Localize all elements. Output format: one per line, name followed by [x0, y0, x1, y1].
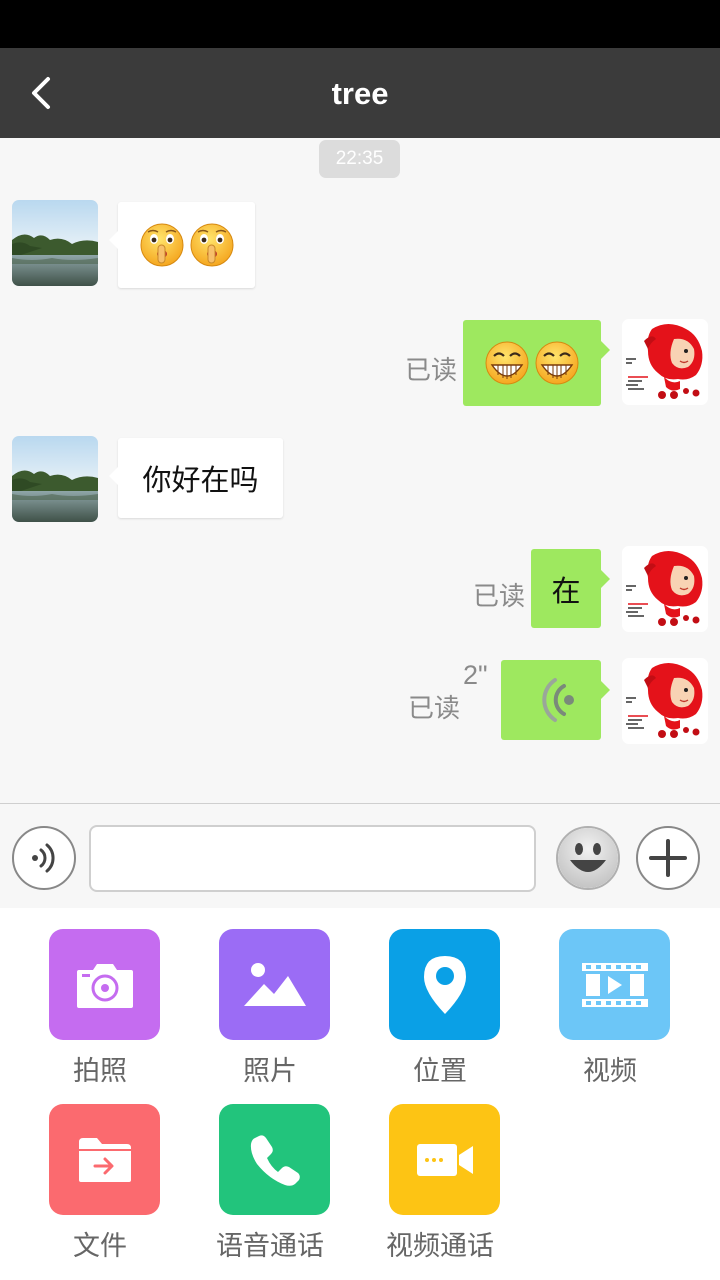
file-tile[interactable]: [49, 1104, 160, 1215]
tool-photo[interactable]: 照片: [200, 929, 340, 1099]
picture-icon: [243, 962, 306, 1006]
landscape-avatar-icon: [12, 436, 98, 522]
camera-tile[interactable]: [49, 929, 160, 1040]
my-avatar[interactable]: [622, 546, 708, 632]
my-avatar[interactable]: [622, 319, 708, 405]
tool-label: 照片: [243, 1056, 297, 1087]
photo-tile[interactable]: [219, 929, 330, 1040]
message-input[interactable]: [89, 825, 536, 892]
tool-location[interactable]: 位置: [370, 929, 510, 1099]
grin-emoji-icon: [483, 339, 531, 387]
tool-label: 拍照: [73, 1056, 127, 1087]
smiley-icon: [558, 828, 618, 888]
voice-wave-icon: [542, 678, 574, 722]
red-hood-avatar-icon: [622, 546, 708, 632]
timestamp-badge: 22:35: [319, 140, 400, 178]
input-bar: [0, 803, 720, 908]
incoming-emoji-bubble[interactable]: [109, 202, 255, 288]
voice-duration: 2": [463, 660, 488, 690]
camera-icon: [76, 963, 133, 1008]
read-status: 已读: [473, 582, 526, 612]
tool-label: 文件: [73, 1231, 127, 1262]
voice-input-button[interactable]: [12, 826, 76, 890]
tool-label: 视频: [583, 1056, 637, 1087]
tool-voice-call[interactable]: 语音通话: [200, 1104, 340, 1274]
my-avatar[interactable]: [622, 658, 708, 744]
emoji-button[interactable]: [556, 826, 620, 890]
voice-call-tile[interactable]: [219, 1104, 330, 1215]
folder-icon: [78, 1137, 131, 1182]
tool-label: 视频通话: [386, 1231, 494, 1262]
film-icon: [581, 962, 648, 1007]
tool-video[interactable]: 视频: [540, 929, 680, 1099]
tool-video-call[interactable]: 视频通话: [370, 1104, 510, 1274]
more-options-button[interactable]: [636, 826, 700, 890]
location-pin-icon: [423, 955, 466, 1014]
video-tile[interactable]: [559, 929, 670, 1040]
chat-area[interactable]: 22:35 已读 你好在吗 已读 在 已读 2": [0, 138, 720, 803]
phone-icon: [250, 1134, 300, 1186]
outgoing-text-bubble[interactable]: 在: [531, 549, 610, 628]
tool-label: 位置: [413, 1056, 467, 1087]
read-status: 已读: [408, 694, 461, 724]
tool-file[interactable]: 文件: [30, 1104, 170, 1274]
location-tile[interactable]: [389, 929, 500, 1040]
tool-camera[interactable]: 拍照: [30, 929, 170, 1099]
voice-icon: [32, 843, 55, 873]
message-text: 你好在吗: [142, 463, 259, 497]
outgoing-emoji-bubble[interactable]: [463, 320, 610, 406]
landscape-avatar-icon: [12, 200, 98, 286]
plus-icon: [649, 839, 687, 877]
red-hood-avatar-icon: [622, 658, 708, 744]
outgoing-voice-bubble[interactable]: [501, 660, 610, 740]
page-title: tree: [331, 76, 389, 111]
video-call-tile[interactable]: [389, 1104, 500, 1215]
attachment-panel: 拍照 照片 位置 视频 文件 语音通话 视频通话: [0, 908, 720, 1280]
shush-emoji-icon: [188, 221, 236, 269]
video-camera-icon: [416, 1143, 473, 1176]
grin-emoji-icon: [533, 339, 581, 387]
message-text: 在: [551, 573, 581, 608]
title-bar: tree: [0, 48, 720, 138]
read-status: 已读: [405, 356, 458, 386]
shush-emoji-icon: [138, 221, 186, 269]
incoming-text-bubble[interactable]: 你好在吗: [109, 438, 283, 518]
tool-label: 语音通话: [216, 1231, 324, 1262]
red-hood-avatar-icon: [622, 319, 708, 405]
contact-avatar[interactable]: [12, 436, 98, 522]
contact-avatar[interactable]: [12, 200, 98, 286]
status-bar: [0, 0, 720, 48]
